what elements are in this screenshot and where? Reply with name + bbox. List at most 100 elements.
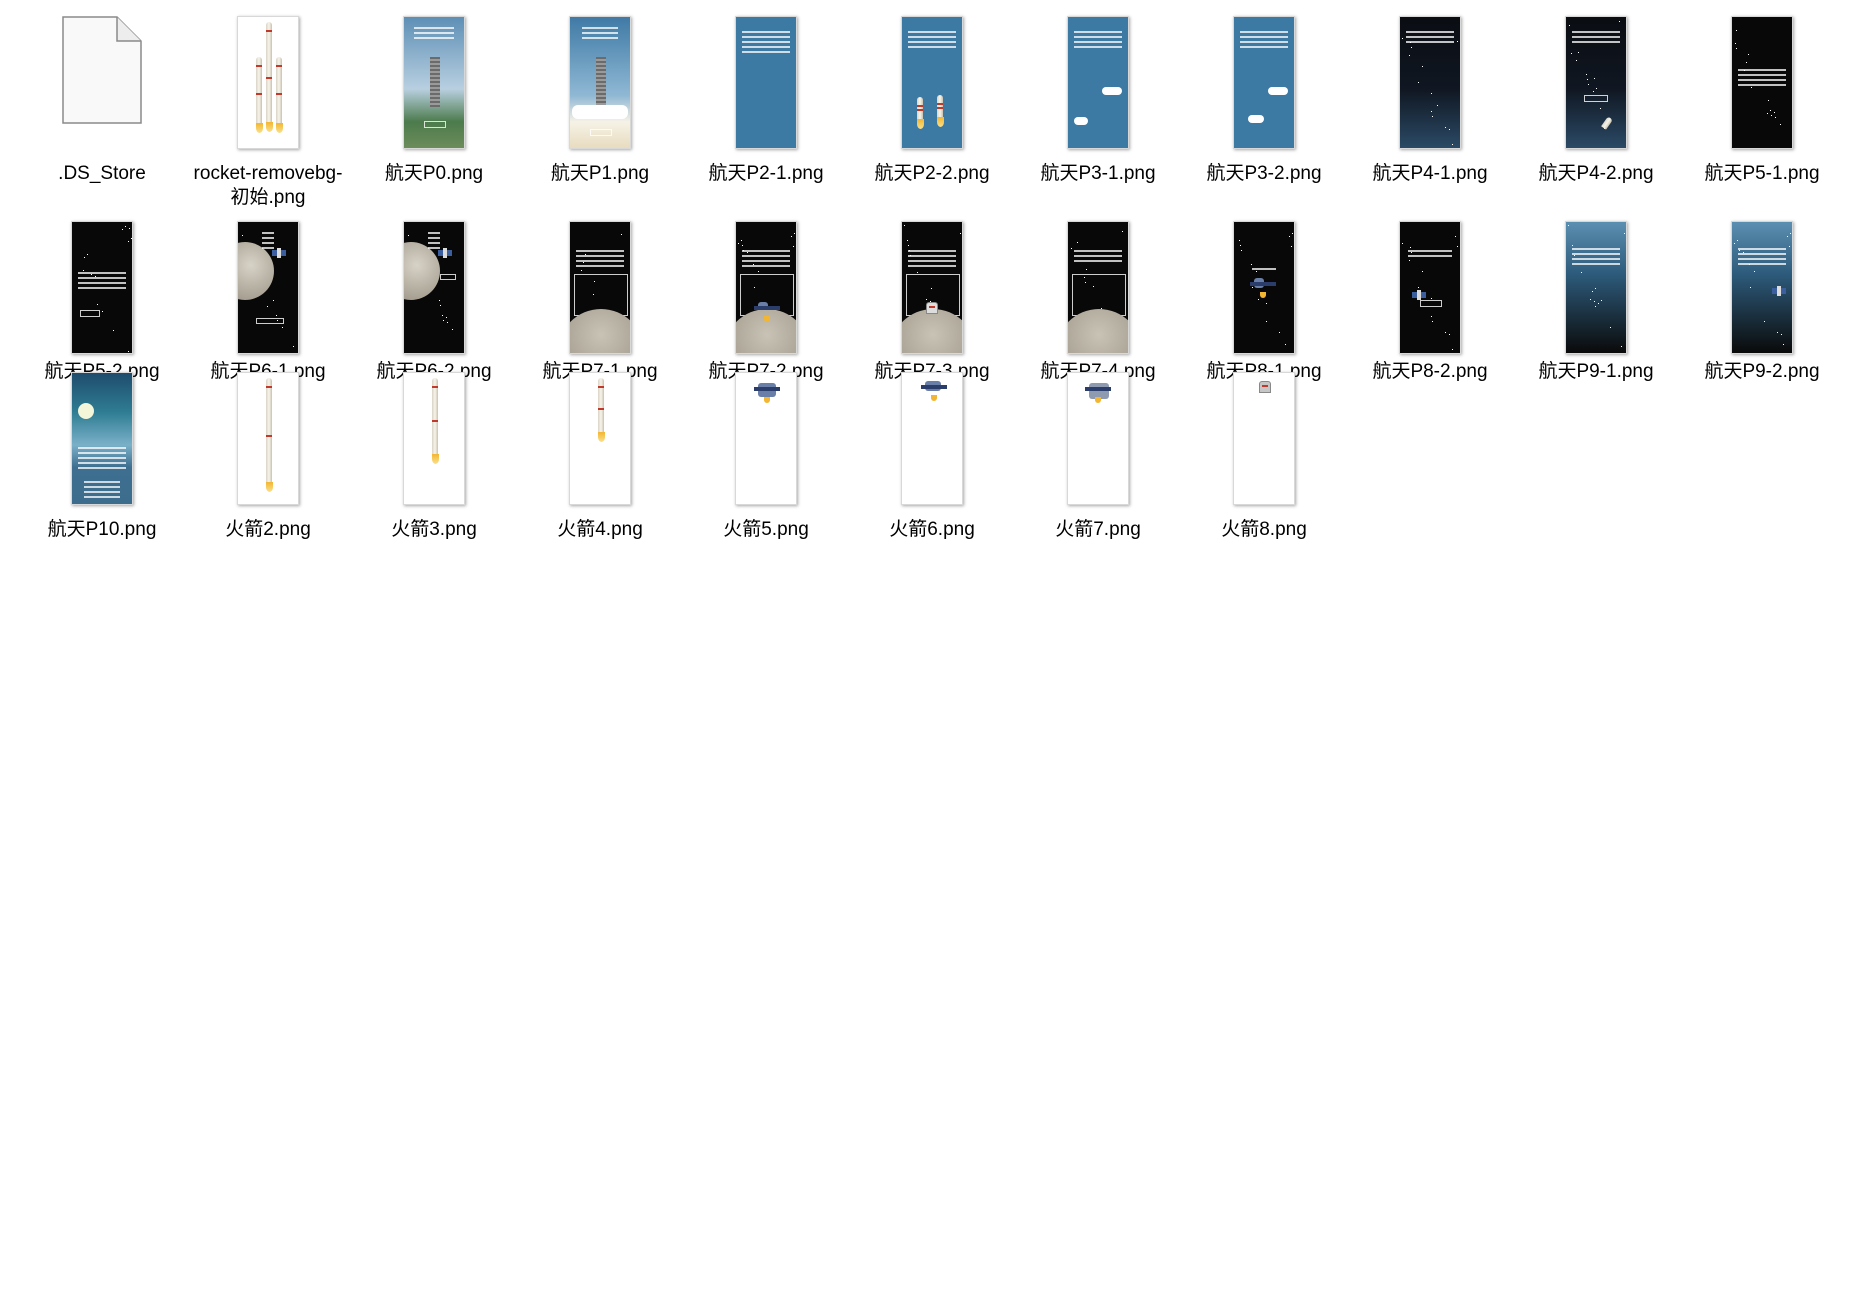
file-thumbnail[interactable] <box>1199 372 1329 512</box>
thumbnail <box>403 221 465 354</box>
thumbnail <box>735 221 797 354</box>
file-item[interactable]: .DS_Store <box>19 10 185 215</box>
file-name-label: 航天P1.png <box>550 163 650 184</box>
file-name-label: 航天P8-2.png <box>1372 361 1488 382</box>
file-item[interactable]: 航天P4-1.png <box>1347 10 1513 215</box>
thumbnail <box>1067 221 1129 354</box>
file-name-label: rocket-removebg-初始.png <box>193 163 343 208</box>
file-thumbnail[interactable] <box>203 372 333 512</box>
file-thumbnail[interactable] <box>369 16 499 156</box>
file-name-label: 航天P5-1.png <box>1704 163 1820 184</box>
file-thumbnail[interactable] <box>37 221 167 354</box>
file-item[interactable]: 火箭8.png <box>1181 366 1347 542</box>
thumbnail <box>1233 221 1295 354</box>
file-name-label: 航天P4-1.png <box>1372 163 1488 184</box>
file-thumbnail[interactable] <box>203 16 333 156</box>
file-thumbnail[interactable] <box>1033 221 1163 354</box>
file-thumbnail[interactable] <box>535 372 665 512</box>
file-item[interactable]: 火箭2.png <box>185 366 351 542</box>
thumbnail <box>569 372 631 505</box>
thumbnail <box>1565 16 1627 149</box>
file-item[interactable]: 航天P7-4.png <box>1015 215 1181 382</box>
file-item[interactable]: 航天P4-2.png <box>1513 10 1679 215</box>
file-item[interactable]: 航天P9-1.png <box>1513 215 1679 382</box>
file-item[interactable]: 火箭7.png <box>1015 366 1181 542</box>
thumbnail <box>237 221 299 354</box>
file-name-label: 航天P10.png <box>47 519 157 540</box>
file-item[interactable]: 火箭4.png <box>517 366 683 542</box>
thumbnail <box>901 16 963 149</box>
thumbnail <box>71 372 133 505</box>
file-thumbnail[interactable] <box>1365 16 1495 156</box>
file-thumbnail[interactable] <box>369 372 499 512</box>
file-name-label: 航天P4-2.png <box>1538 163 1654 184</box>
file-item[interactable]: 航天P3-1.png <box>1015 10 1181 215</box>
file-thumbnail[interactable] <box>369 221 499 354</box>
file-item[interactable]: 航天P7-1.png <box>517 215 683 382</box>
file-thumbnail[interactable] <box>1365 221 1495 354</box>
file-thumbnail[interactable] <box>535 16 665 156</box>
file-item[interactable]: 航天P7-3.png <box>849 215 1015 382</box>
file-item[interactable]: 航天P2-1.png <box>683 10 849 215</box>
thumbnail <box>735 372 797 505</box>
file-name-label: 航天P3-1.png <box>1040 163 1156 184</box>
file-thumbnail[interactable] <box>1531 16 1661 156</box>
file-thumbnail[interactable] <box>37 372 167 512</box>
thumbnail <box>735 16 797 149</box>
thumbnail <box>1067 372 1129 505</box>
file-thumbnail[interactable] <box>1531 221 1661 354</box>
file-name-label: 火箭7.png <box>1055 519 1141 540</box>
file-thumbnail[interactable] <box>867 372 997 512</box>
thumbnail <box>71 221 133 354</box>
file-thumbnail[interactable] <box>535 221 665 354</box>
file-item[interactable]: 火箭3.png <box>351 366 517 542</box>
file-item[interactable]: 航天P2-2.png <box>849 10 1015 215</box>
thumbnail <box>1731 221 1793 354</box>
file-thumbnail[interactable] <box>1697 221 1827 354</box>
thumbnail <box>403 16 465 149</box>
file-name-label: 火箭3.png <box>391 519 477 540</box>
file-item[interactable]: 航天P3-2.png <box>1181 10 1347 215</box>
file-thumbnail[interactable] <box>1033 16 1163 156</box>
file-item[interactable]: 航天P6-2.png <box>351 215 517 382</box>
thumbnail <box>569 221 631 354</box>
thumbnail <box>1067 16 1129 149</box>
file-thumbnail[interactable] <box>37 16 167 156</box>
thumbnail <box>569 16 631 149</box>
file-thumbnail[interactable] <box>1033 372 1163 512</box>
file-thumbnail[interactable] <box>1199 221 1329 354</box>
file-thumbnail[interactable] <box>867 221 997 354</box>
file-thumbnail[interactable] <box>1697 16 1827 156</box>
file-item[interactable]: 火箭5.png <box>683 366 849 542</box>
file-item[interactable]: 航天P7-2.png <box>683 215 849 382</box>
file-name-label: .DS_Store <box>58 163 146 184</box>
file-thumbnail[interactable] <box>203 221 333 354</box>
file-item[interactable]: 航天P10.png <box>19 366 185 542</box>
file-thumbnail[interactable] <box>867 16 997 156</box>
file-item[interactable]: 航天P6-1.png <box>185 215 351 382</box>
file-item[interactable]: 火箭6.png <box>849 366 1015 542</box>
file-thumbnail[interactable] <box>701 372 831 512</box>
file-item[interactable]: 航天P8-1.png <box>1181 215 1347 382</box>
thumbnail <box>1233 372 1295 505</box>
file-name-label: 航天P9-2.png <box>1704 361 1820 382</box>
file-name-label: 火箭4.png <box>557 519 643 540</box>
thumbnail <box>237 372 299 505</box>
thumbnail <box>1399 16 1461 149</box>
file-item[interactable]: rocket-removebg-初始.png <box>185 10 351 215</box>
file-item[interactable]: 航天P0.png <box>351 10 517 215</box>
file-item[interactable]: 航天P9-2.png <box>1679 215 1845 382</box>
file-item[interactable]: 航天P5-2.png <box>19 215 185 382</box>
file-thumbnail[interactable] <box>1199 16 1329 156</box>
file-item[interactable]: 航天P8-2.png <box>1347 215 1513 382</box>
file-item[interactable]: 航天P5-1.png <box>1679 10 1845 215</box>
file-thumbnail[interactable] <box>701 221 831 354</box>
thumbnail <box>901 221 963 354</box>
thumbnail <box>1731 16 1793 149</box>
file-thumbnail[interactable] <box>701 16 831 156</box>
file-name-label: 航天P3-2.png <box>1206 163 1322 184</box>
file-name-label: 火箭5.png <box>723 519 809 540</box>
file-name-label: 火箭2.png <box>225 519 311 540</box>
file-item[interactable]: 航天P1.png <box>517 10 683 215</box>
thumbnail <box>1233 16 1295 149</box>
